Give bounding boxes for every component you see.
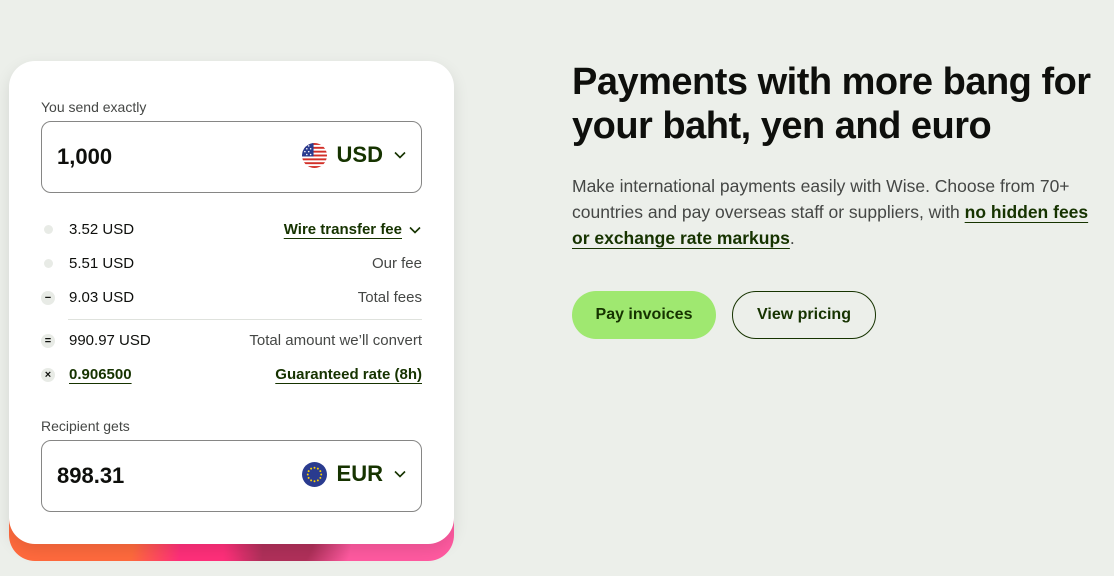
chevron-down-icon [409, 226, 421, 234]
us-flag-icon [301, 142, 327, 168]
send-amount-field[interactable]: 1,000 USD [41, 121, 422, 193]
fee-row-wire: 3.52 USD Wire transfer fee [41, 219, 422, 243]
multiply-icon: × [41, 368, 55, 382]
chevron-down-icon [394, 470, 406, 478]
calculator-card-wrapper: You send exactly 1,000 USD 3.52 USD Wire… [9, 61, 454, 561]
chevron-down-icon [394, 151, 406, 159]
fee-description: Our fee [371, 255, 422, 272]
fee-amount: 3.52 USD [69, 221, 135, 238]
fee-row-total-fees: − 9.03 USD Total fees [41, 287, 422, 311]
hero-headline: Payments with more bang for your baht, y… [572, 61, 1091, 147]
equals-icon: = [41, 334, 55, 348]
fee-amount: 9.03 USD [69, 289, 135, 306]
hero-description: Make international payments easily with … [572, 173, 1092, 251]
send-currency-code: USD [336, 142, 383, 167]
send-amount-input[interactable]: 1,000 [57, 144, 112, 170]
bullet-icon [44, 259, 53, 268]
receive-amount-field[interactable]: 898.31 EUR [41, 440, 422, 512]
send-label: You send exactly [41, 99, 147, 115]
receive-currency-selector[interactable]: EUR [301, 461, 407, 487]
convert-description: Total amount we’ll convert [249, 332, 422, 349]
hero-description-end: . [789, 228, 795, 248]
fee-amount: 5.51 USD [69, 255, 135, 272]
send-currency-selector[interactable]: USD [301, 142, 407, 168]
view-pricing-button[interactable]: View pricing [732, 291, 876, 339]
pay-invoices-button[interactable]: Pay invoices [572, 291, 716, 339]
fee-row-our-fee: 5.51 USD Our fee [41, 253, 422, 277]
receive-currency-code: EUR [336, 461, 383, 486]
calculator-card: You send exactly 1,000 USD 3.52 USD Wire… [9, 61, 454, 544]
rate-row: × 0.906500 Guaranteed rate (8h) [41, 364, 422, 388]
divider [68, 319, 422, 320]
wire-transfer-fee-dropdown[interactable]: Wire transfer fee [284, 221, 422, 238]
fee-description: Total fees [357, 289, 422, 306]
receive-amount-input[interactable]: 898.31 [57, 463, 124, 489]
bullet-icon [44, 225, 53, 234]
wire-transfer-fee-link[interactable]: Wire transfer fee [284, 221, 402, 238]
exchange-rate-link[interactable]: 0.906500 [69, 366, 132, 383]
eu-flag-icon [301, 461, 327, 487]
guaranteed-rate-link[interactable]: Guaranteed rate (8h) [275, 366, 422, 383]
convert-amount: 990.97 USD [69, 332, 151, 349]
convert-row: = 990.97 USD Total amount we’ll convert [41, 330, 422, 354]
minus-icon: − [41, 291, 55, 305]
receive-label: Recipient gets [41, 418, 130, 434]
